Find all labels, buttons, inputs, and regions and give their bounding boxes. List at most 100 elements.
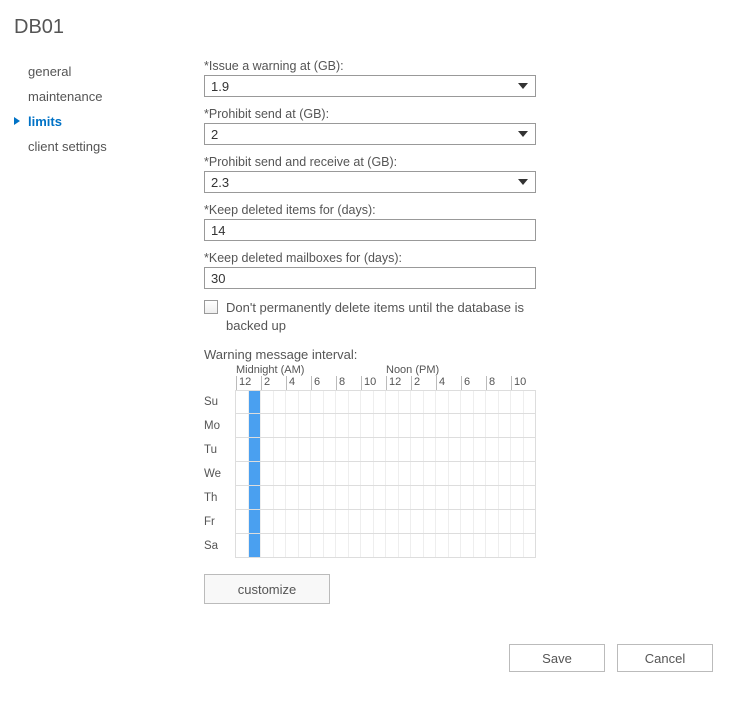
- schedule-cell[interactable]: [360, 391, 373, 413]
- sidebar-item-general[interactable]: general: [14, 59, 154, 84]
- schedule-cell[interactable]: [448, 391, 461, 413]
- schedule-cell[interactable]: [235, 486, 248, 509]
- schedule-cell[interactable]: [498, 438, 511, 461]
- dont-delete-checkbox[interactable]: [204, 300, 218, 314]
- schedule-cell[interactable]: [348, 462, 361, 485]
- schedule-cell[interactable]: [373, 486, 386, 509]
- schedule-cell[interactable]: [260, 486, 273, 509]
- schedule-cell[interactable]: [498, 534, 511, 557]
- schedule-cell[interactable]: [460, 391, 473, 413]
- schedule-cell[interactable]: [485, 438, 498, 461]
- schedule-cell[interactable]: [523, 486, 536, 509]
- schedule-cell[interactable]: [260, 438, 273, 461]
- schedule-cell[interactable]: [473, 486, 486, 509]
- schedule-cell[interactable]: [385, 486, 398, 509]
- schedule-cell[interactable]: [460, 438, 473, 461]
- schedule-cell[interactable]: [410, 391, 423, 413]
- schedule-cell[interactable]: [310, 391, 323, 413]
- schedule-cell[interactable]: [298, 391, 311, 413]
- schedule-cell[interactable]: [360, 534, 373, 557]
- schedule-cell[interactable]: [323, 462, 336, 485]
- schedule-cell[interactable]: [460, 534, 473, 557]
- schedule-cell[interactable]: [385, 534, 398, 557]
- schedule-cell[interactable]: [460, 462, 473, 485]
- schedule-cell[interactable]: [323, 510, 336, 533]
- schedule-cell[interactable]: [348, 438, 361, 461]
- schedule-cell[interactable]: [398, 438, 411, 461]
- schedule-cell[interactable]: [335, 462, 348, 485]
- schedule-cell[interactable]: [385, 391, 398, 413]
- schedule-cell[interactable]: [248, 391, 261, 413]
- schedule-cell[interactable]: [373, 534, 386, 557]
- schedule-cell[interactable]: [410, 534, 423, 557]
- schedule-cell[interactable]: [348, 510, 361, 533]
- schedule-cell[interactable]: [298, 414, 311, 437]
- schedule-cell[interactable]: [285, 534, 298, 557]
- schedule-cell[interactable]: [485, 534, 498, 557]
- schedule-cell[interactable]: [523, 462, 536, 485]
- schedule-cell[interactable]: [260, 510, 273, 533]
- schedule-cell[interactable]: [510, 486, 523, 509]
- schedule-cell[interactable]: [485, 510, 498, 533]
- schedule-cell[interactable]: [235, 534, 248, 557]
- schedule-cell[interactable]: [398, 486, 411, 509]
- schedule-cell[interactable]: [523, 391, 536, 413]
- schedule-cell[interactable]: [423, 486, 436, 509]
- schedule-cell[interactable]: [423, 414, 436, 437]
- schedule-cell[interactable]: [348, 486, 361, 509]
- schedule-cell[interactable]: [410, 438, 423, 461]
- schedule-cell[interactable]: [510, 510, 523, 533]
- schedule-cell[interactable]: [410, 510, 423, 533]
- schedule-cell[interactable]: [423, 438, 436, 461]
- prohibit-send-select[interactable]: [204, 123, 536, 145]
- schedule-cell[interactable]: [510, 438, 523, 461]
- schedule-cell[interactable]: [335, 414, 348, 437]
- schedule-cell[interactable]: [398, 462, 411, 485]
- schedule-cell[interactable]: [285, 438, 298, 461]
- schedule-cell[interactable]: [335, 510, 348, 533]
- schedule-cell[interactable]: [435, 391, 448, 413]
- schedule-cell[interactable]: [485, 414, 498, 437]
- schedule-cell[interactable]: [510, 391, 523, 413]
- schedule-cell[interactable]: [398, 510, 411, 533]
- schedule-cell[interactable]: [385, 414, 398, 437]
- schedule-cell[interactable]: [435, 414, 448, 437]
- schedule-cell[interactable]: [485, 462, 498, 485]
- schedule-cell[interactable]: [485, 486, 498, 509]
- schedule-cell[interactable]: [323, 414, 336, 437]
- schedule-cell[interactable]: [523, 414, 536, 437]
- schedule-cell[interactable]: [423, 510, 436, 533]
- schedule-cell[interactable]: [385, 510, 398, 533]
- schedule-cell[interactable]: [260, 534, 273, 557]
- schedule-cell[interactable]: [523, 534, 536, 557]
- schedule-cell[interactable]: [310, 462, 323, 485]
- schedule-cell[interactable]: [423, 534, 436, 557]
- schedule-cell[interactable]: [335, 486, 348, 509]
- schedule-cell[interactable]: [348, 391, 361, 413]
- schedule-cell[interactable]: [498, 462, 511, 485]
- schedule-cell[interactable]: [298, 462, 311, 485]
- schedule-cell[interactable]: [248, 486, 261, 509]
- schedule-grid[interactable]: Midnight (AM) Noon (PM) 1224681012246810…: [204, 364, 536, 558]
- schedule-cell[interactable]: [235, 414, 248, 437]
- schedule-cell[interactable]: [385, 462, 398, 485]
- schedule-cell[interactable]: [498, 486, 511, 509]
- schedule-cell[interactable]: [385, 438, 398, 461]
- schedule-cell[interactable]: [435, 486, 448, 509]
- schedule-cell[interactable]: [398, 414, 411, 437]
- schedule-cell[interactable]: [248, 414, 261, 437]
- schedule-cell[interactable]: [235, 438, 248, 461]
- schedule-cell[interactable]: [248, 462, 261, 485]
- schedule-cell[interactable]: [285, 462, 298, 485]
- schedule-cell[interactable]: [310, 414, 323, 437]
- schedule-cell[interactable]: [473, 534, 486, 557]
- schedule-cell[interactable]: [473, 462, 486, 485]
- schedule-cell[interactable]: [248, 438, 261, 461]
- schedule-cell[interactable]: [235, 510, 248, 533]
- cancel-button[interactable]: Cancel: [617, 644, 713, 672]
- schedule-cell[interactable]: [335, 534, 348, 557]
- schedule-cell[interactable]: [498, 414, 511, 437]
- schedule-cell[interactable]: [373, 462, 386, 485]
- schedule-cell[interactable]: [310, 534, 323, 557]
- schedule-cell[interactable]: [248, 534, 261, 557]
